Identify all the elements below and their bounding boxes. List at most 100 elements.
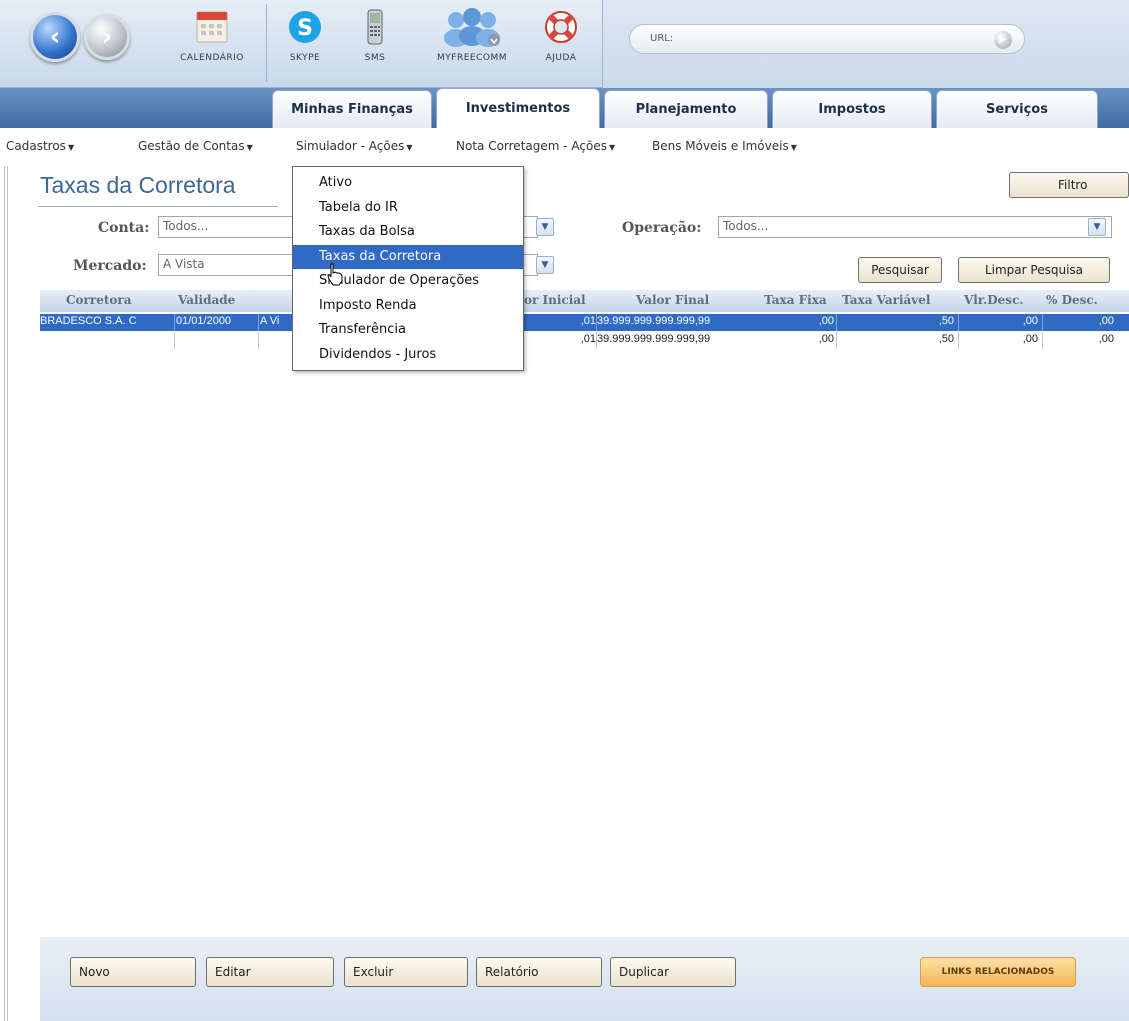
cell-divider <box>958 332 959 349</box>
menu-item-imposto-renda[interactable]: Imposto Renda <box>293 294 523 319</box>
chevron-down-icon[interactable]: ▼ <box>536 218 554 236</box>
main-tabs: Minhas Finanças Investimentos Planejamen… <box>0 88 1129 128</box>
cell-divider <box>258 314 259 331</box>
caret-down-icon: ▼ <box>406 143 413 152</box>
tab-planejamento[interactable]: Planejamento <box>604 90 768 128</box>
cell-valor-inicial: ,01 <box>580 315 596 327</box>
col-valor-final[interactable]: Valor Final <box>636 293 709 307</box>
title-divider <box>38 206 278 207</box>
col-pct-desc[interactable]: % Desc. <box>1046 293 1098 307</box>
cell-divider <box>958 314 959 331</box>
sms-tool[interactable]: SMS <box>350 8 400 63</box>
conta-label: Conta: <box>98 220 150 236</box>
caret-down-icon: ▼ <box>67 143 75 152</box>
tab-servicos[interactable]: Serviços <box>936 90 1098 128</box>
delete-button[interactable]: Excluir <box>344 957 468 987</box>
cell-corretora: BRADESCO S.A. C <box>40 315 137 327</box>
skype-label: SKYPE <box>289 53 321 63</box>
caret-down-icon: ▼ <box>608 143 616 152</box>
col-corretora[interactable]: Corretora <box>66 293 131 307</box>
caret-down-icon: ▼ <box>246 143 253 152</box>
cell-valor-final: 39.999.999.999.999,99 <box>597 333 711 345</box>
url-area: URL: ▶ <box>602 0 1129 88</box>
col-validade[interactable]: Validade <box>178 293 235 307</box>
menu-bar: Cadastros ▼ Gestão de Contas ▼ Simulador -… <box>0 128 1129 166</box>
svg-text:S: S <box>297 16 313 41</box>
new-button[interactable]: Novo <box>70 957 196 987</box>
chevron-down-icon[interactable]: ▼ <box>536 256 554 274</box>
menu-item-tabela-ir[interactable]: Tabela do IR <box>293 196 523 221</box>
table-row[interactable]: BRADESCO S.A. C 01/01/2000 A Vi ,01 39.9… <box>40 314 1129 331</box>
help-label: AJUDA <box>545 53 577 63</box>
myfreecomm-label: MYFREECOMM <box>437 53 507 63</box>
url-label: URL: <box>650 33 674 44</box>
hand-cursor-icon <box>327 263 343 286</box>
cell-divider <box>1042 332 1043 349</box>
caret-down-icon: ▼ <box>790 143 797 152</box>
report-button[interactable]: Relatório <box>476 957 602 987</box>
col-valor-inicial[interactable]: or Inicial <box>524 293 586 307</box>
menu-item-taxas-bolsa[interactable]: Taxas da Bolsa <box>293 220 523 245</box>
cell-vlr-desc: ,00 <box>1022 315 1038 327</box>
operacao-select[interactable]: Todos... <box>718 216 1112 238</box>
menu-item-ativo[interactable]: Ativo <box>293 171 523 196</box>
col-vlr-desc[interactable]: Vlr.Desc. <box>964 293 1024 307</box>
tab-impostos[interactable]: Impostos <box>772 90 932 128</box>
top-toolbar: ‹ › CALENDÁRIO S SKYPE SMS MYFREECOMM AJ… <box>0 0 1129 88</box>
menu-nota-corretagem[interactable]: Nota Corretagem - Ações ▼ <box>456 139 615 153</box>
cell-taxa-variavel: ,50 <box>938 315 954 327</box>
tab-minhas-financas[interactable]: Minhas Finanças <box>272 90 432 128</box>
cell-divider <box>1042 314 1043 331</box>
page-title: Taxas da Corretora <box>40 172 236 198</box>
tab-investimentos[interactable]: Investimentos <box>436 88 600 128</box>
toolbar-separator <box>266 4 267 82</box>
arrow-right-icon: › <box>101 22 113 52</box>
menu-simulador-acoes[interactable]: Simulador - Ações ▼ <box>296 139 413 153</box>
cell-divider <box>836 332 837 349</box>
menu-gestao-contas[interactable]: Gestão de Contas ▼ <box>138 139 253 153</box>
mercado-label: Mercado: <box>73 258 147 274</box>
cell-divider <box>836 314 837 331</box>
cell-taxa-fixa: ,00 <box>818 333 834 345</box>
people-icon <box>444 8 500 47</box>
col-taxa-variavel[interactable]: Taxa Variável <box>842 293 930 307</box>
skype-tool[interactable]: S SKYPE <box>278 8 332 63</box>
calendar-tool[interactable]: CALENDÁRIO <box>172 8 252 63</box>
cell-mercado: A Vi <box>260 315 280 327</box>
menu-cadastros[interactable]: Cadastros ▼ <box>6 139 74 153</box>
clear-search-button[interactable]: Limpar Pesquisa <box>958 257 1110 283</box>
filter-button[interactable]: Filtro <box>1009 172 1129 198</box>
go-icon[interactable]: ▶ <box>994 31 1012 49</box>
cell-taxa-fixa: ,00 <box>818 315 834 327</box>
menu-item-dividendos-juros[interactable]: Dividendos - Juros <box>293 343 523 368</box>
cell-validade: 01/01/2000 <box>176 315 232 327</box>
edit-button[interactable]: Editar <box>206 957 334 987</box>
menu-item-transferencia[interactable]: Transferência <box>293 318 523 343</box>
calendar-label: CALENDÁRIO <box>180 53 244 63</box>
phone-icon <box>367 9 383 45</box>
related-links-button[interactable]: LINKS RELACIONADOS <box>920 957 1076 987</box>
menu-bens-moveis[interactable]: Bens Móveis e Imóveis ▼ <box>652 139 797 153</box>
operacao-label: Operação: <box>622 220 702 236</box>
url-input[interactable]: URL: ▶ <box>629 24 1025 54</box>
search-button[interactable]: Pesquisar <box>858 257 942 283</box>
cell-pct-desc: ,00 <box>1098 315 1114 327</box>
back-button[interactable]: ‹ <box>30 12 80 62</box>
cell-divider <box>174 332 175 349</box>
cell-valor-final: 39.999.999.999.999,99 <box>597 315 711 327</box>
help-tool[interactable]: AJUDA <box>536 8 586 63</box>
table-row[interactable]: ,01 39.999.999.999.999,99 ,00 ,50 ,00 ,0… <box>40 332 1129 349</box>
duplicate-button[interactable]: Duplicar <box>610 957 736 987</box>
cell-vlr-desc: ,00 <box>1022 333 1038 345</box>
myfreecomm-tool[interactable]: MYFREECOMM <box>424 8 520 63</box>
cell-divider <box>174 314 175 331</box>
lifebuoy-icon <box>545 11 577 43</box>
forward-button[interactable]: › <box>84 14 130 60</box>
sms-label: SMS <box>364 53 386 63</box>
col-taxa-fixa[interactable]: Taxa Fixa <box>764 293 827 307</box>
left-border <box>4 166 8 1021</box>
footer-bar: Novo Editar Excluir Relatório Duplicar L… <box>40 937 1129 1021</box>
chevron-down-icon[interactable]: ▼ <box>1088 218 1106 236</box>
calendar-icon <box>196 11 228 43</box>
cell-divider <box>258 332 259 349</box>
